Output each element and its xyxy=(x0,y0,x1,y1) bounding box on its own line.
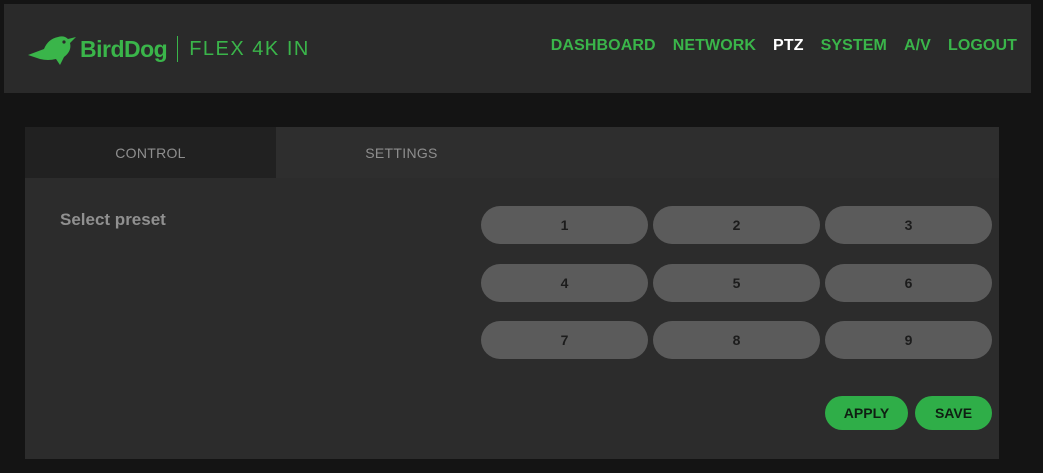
preset-button-6[interactable]: 6 xyxy=(825,264,992,302)
preset-button-9[interactable]: 9 xyxy=(825,321,992,359)
preset-button-5[interactable]: 5 xyxy=(653,264,820,302)
top-header: BirdDog FLEX 4K IN DASHBOARD NETWORK PTZ… xyxy=(4,4,1031,93)
brand-name: BirdDog xyxy=(80,35,168,62)
logo-divider xyxy=(177,36,179,62)
birddog-logo[interactable]: BirdDog FLEX 4K IN xyxy=(26,24,310,74)
product-name: FLEX 4K IN xyxy=(189,37,310,60)
nav-dashboard[interactable]: DASHBOARD xyxy=(551,37,656,55)
save-button[interactable]: SAVE xyxy=(915,396,992,430)
preset-button-3[interactable]: 3 xyxy=(825,206,992,244)
preset-button-4[interactable]: 4 xyxy=(481,264,648,302)
main-nav: DASHBOARD NETWORK PTZ SYSTEM A/V LOGOUT xyxy=(551,37,1017,55)
tab-control[interactable]: CONTROL xyxy=(25,127,276,178)
ptz-panel: CONTROL SETTINGS Select preset 1 2 3 4 5… xyxy=(25,127,999,459)
tab-bar: CONTROL SETTINGS xyxy=(25,127,999,178)
select-preset-label: Select preset xyxy=(60,210,166,229)
control-content: Select preset 1 2 3 4 5 6 7 8 9 APPLY SA… xyxy=(25,178,999,459)
nav-ptz[interactable]: PTZ xyxy=(773,37,804,55)
preset-button-2[interactable]: 2 xyxy=(653,206,820,244)
preset-button-7[interactable]: 7 xyxy=(481,321,648,359)
nav-av[interactable]: A/V xyxy=(904,37,931,55)
nav-system[interactable]: SYSTEM xyxy=(821,37,887,55)
preset-button-1[interactable]: 1 xyxy=(481,206,648,244)
preset-button-8[interactable]: 8 xyxy=(653,321,820,359)
apply-button[interactable]: APPLY xyxy=(825,396,908,430)
nav-network[interactable]: NETWORK xyxy=(673,37,756,55)
tab-settings[interactable]: SETTINGS xyxy=(276,127,527,178)
bird-logo-icon xyxy=(28,36,76,65)
nav-logout[interactable]: LOGOUT xyxy=(948,37,1017,55)
